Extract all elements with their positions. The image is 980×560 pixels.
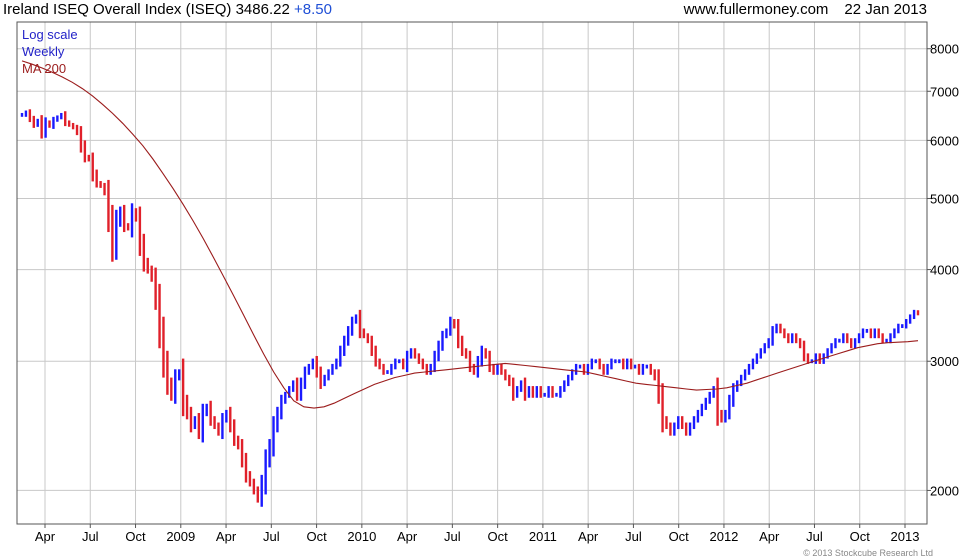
x-tick-label: Jul <box>625 529 642 544</box>
x-tick-label: Oct <box>850 529 871 544</box>
y-tick-label: 3000 <box>930 354 959 369</box>
x-tick-label: Apr <box>759 529 780 544</box>
y-tick-label: 2000 <box>930 483 959 498</box>
x-tick-label: 2010 <box>347 529 376 544</box>
plot-frame <box>16 21 928 525</box>
x-tick-label: Apr <box>397 529 418 544</box>
x-tick-label: 2011 <box>529 529 557 544</box>
copyright-text: © 2013 Stockcube Research Ltd <box>803 548 933 558</box>
y-tick-label: 5000 <box>930 191 959 206</box>
x-tick-label: Apr <box>216 529 237 544</box>
legend-scale: Log scale <box>22 27 78 42</box>
x-tick-label: Oct <box>669 529 690 544</box>
x-tick-label: 2009 <box>166 529 195 544</box>
x-tick-label: Oct <box>488 529 509 544</box>
x-tick-label: 2012 <box>709 529 738 544</box>
x-tick-label: Apr <box>35 529 56 544</box>
y-tick-label: 4000 <box>930 263 959 278</box>
x-tick-label: Apr <box>578 529 599 544</box>
legend-period: Weekly <box>22 44 65 59</box>
chart-grid <box>17 22 927 524</box>
y-axis: 2000 3000 4000 5000 6000 7000 8000 <box>927 42 959 498</box>
y-tick-label: 7000 <box>930 84 959 99</box>
y-tick-label: 8000 <box>930 42 959 57</box>
x-axis: Apr Jul Oct 2009 Apr Jul Oct 2010 Apr Jul Oct 2011 A… <box>35 524 920 544</box>
x-tick-label: Jul <box>82 529 99 544</box>
legend-ma: MA 200 <box>22 61 66 76</box>
x-tick-label: Jul <box>444 529 461 544</box>
x-tick-label: 2013 <box>891 529 920 544</box>
price-chart: 2000 3000 4000 5000 6000 7000 8000 Apr Jul Oct 20… <box>16 21 959 544</box>
y-tick-label: 6000 <box>930 133 959 148</box>
x-tick-label: Jul <box>263 529 280 544</box>
x-tick-label: Oct <box>125 529 146 544</box>
x-tick-label: Jul <box>806 529 823 544</box>
x-tick-label: Oct <box>306 529 327 544</box>
price-bars <box>20 109 920 507</box>
